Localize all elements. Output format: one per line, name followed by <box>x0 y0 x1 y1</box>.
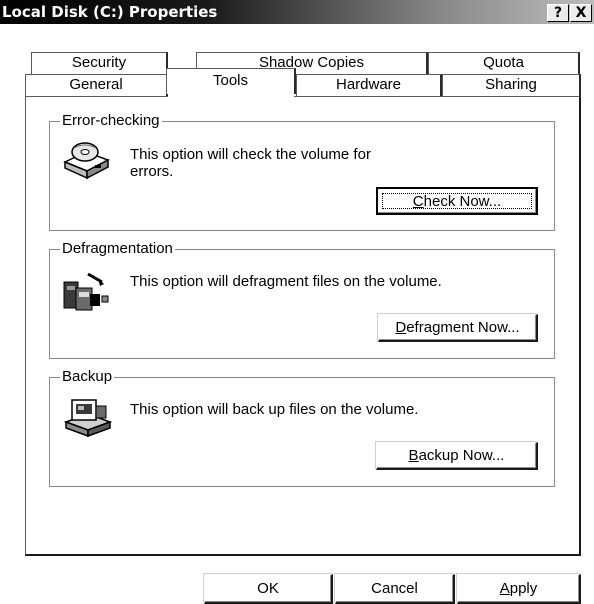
active-tab-joiner <box>168 95 294 98</box>
properties-dialog: Local Disk (C:) Properties ? X Security … <box>0 0 594 604</box>
defragment-icon <box>63 272 109 311</box>
apply-label: pply <box>509 580 538 597</box>
backup-now-mnemonic: B <box>408 447 419 464</box>
tab-sharing[interactable]: Sharing <box>442 74 581 96</box>
close-button[interactable]: X <box>570 4 592 22</box>
tab-quota[interactable]: Quota <box>428 52 580 74</box>
group-title-backup: Backup <box>60 368 115 386</box>
defragment-now-label: efragment Now... <box>406 319 520 336</box>
focus-rect <box>378 189 536 213</box>
window-title: Local Disk (C:) Properties <box>2 3 218 21</box>
group-title-defragmentation: Defragmentation <box>60 240 175 258</box>
tab-hardware[interactable]: Hardware <box>296 74 442 96</box>
group-title-error-checking: Error-checking <box>60 112 162 130</box>
defragment-now-mnemonic: D <box>395 319 407 336</box>
error-checking-description-line2: errors. <box>130 163 174 180</box>
title-bar[interactable]: Local Disk (C:) Properties ? X <box>0 0 594 24</box>
backup-now-button[interactable]: Backup Now... <box>376 442 538 470</box>
ok-button[interactable]: OK <box>204 574 333 604</box>
backup-now-label: ackup Now... <box>418 447 505 464</box>
group-defragmentation: Defragmentation <box>48 240 556 360</box>
cancel-button[interactable]: Cancel <box>335 574 455 604</box>
help-button[interactable]: ? <box>547 4 569 22</box>
group-backup: Backup <box>48 368 556 488</box>
backup-icon <box>63 399 113 438</box>
close-icon: X <box>575 5 587 21</box>
apply-button[interactable]: Apply <box>457 574 581 604</box>
tab-general[interactable]: General <box>25 74 168 96</box>
defragment-now-button[interactable]: Defragment Now... <box>378 314 538 342</box>
apply-mnemonic: A <box>499 580 510 597</box>
error-checking-description-line1: This option will check the volume for <box>130 146 371 163</box>
check-now-button[interactable]: Check Now... <box>376 187 538 215</box>
disk-check-icon <box>63 142 110 180</box>
tab-tools[interactable]: Tools <box>166 68 296 94</box>
tab-security[interactable]: Security <box>31 52 168 74</box>
defragmentation-description: This option will defragment files on the… <box>130 273 442 290</box>
backup-description: This option will back up files on the vo… <box>130 401 419 418</box>
help-icon: ? <box>553 5 563 21</box>
